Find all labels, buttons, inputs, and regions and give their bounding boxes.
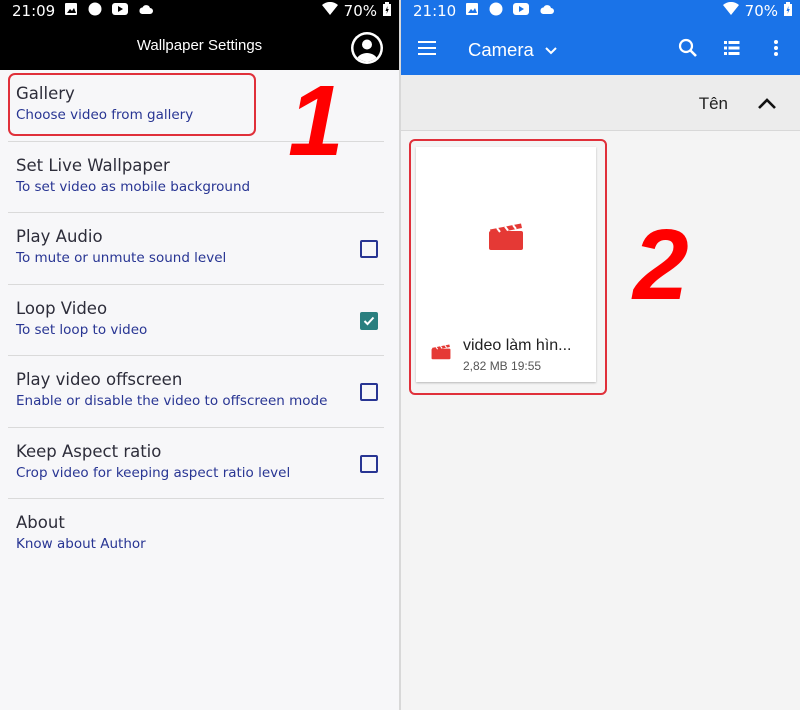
battery-percent: 70% [744,2,778,20]
more-vert-icon[interactable] [764,36,788,60]
cloud-icon [138,3,154,19]
sort-by-name-button[interactable]: Tên [699,94,728,114]
folder-dropdown[interactable]: Camera [468,39,558,61]
battery-icon [784,2,792,20]
battery-icon [383,2,391,20]
step-number-2: 2 [633,209,689,321]
keep-aspect-ratio-checkbox[interactable] [360,454,378,473]
setting-about[interactable]: About Know about Author [8,499,384,571]
file-name: video làm hìn... [463,337,572,354]
battery-percent: 70% [343,2,377,20]
chevron-down-icon [544,39,558,61]
setting-subtitle: Crop video for keeping aspect ratio leve… [16,464,291,481]
sort-bar: Tên [401,75,800,131]
menu-icon[interactable] [417,38,439,58]
setting-title: Loop Video [16,298,108,318]
list-view-icon[interactable] [720,36,744,60]
loop-video-checkbox[interactable] [360,311,378,330]
check-icon [363,316,375,325]
step-number-1: 1 [288,65,344,177]
video-clapper-icon [488,223,524,251]
setting-title: About [16,513,65,532]
setting-play-audio[interactable]: Play Audio To mute or unmute sound level [8,213,384,285]
image-icon [465,2,479,20]
wallpaper-settings-screen: 21:09 70% Wallpaper Settings Gallery Cho… [0,0,399,710]
youtube-icon [112,3,128,19]
circle-icon [489,2,503,20]
youtube-icon [513,3,529,19]
setting-subtitle: To set loop to video [16,321,148,338]
setting-loop-video[interactable]: Loop Video To set loop to video [8,285,384,356]
setting-subtitle: To set video as mobile background [16,178,251,195]
wifi-icon [321,1,338,20]
setting-title: Set Live Wallpaper [16,155,170,175]
search-icon[interactable] [676,36,700,60]
account-icon[interactable] [351,32,383,64]
setting-subtitle: Enable or disable the video to offscreen… [16,393,328,409]
setting-keep-aspect-ratio[interactable]: Keep Aspect ratio Crop video for keeping… [8,428,384,499]
file-picker-screen: 21:10 70% Camera Tên video làm hìn... 2,… [401,0,800,710]
setting-subtitle: To mute or unmute sound level [16,250,227,266]
setting-title: Play video offscreen [16,370,183,389]
video-clapper-icon [431,344,451,360]
wifi-icon [722,1,739,20]
play-audio-checkbox[interactable] [360,240,378,258]
play-offscreen-checkbox[interactable] [360,383,378,401]
status-time: 21:10 [413,2,457,20]
page-title: Wallpaper Settings [136,37,263,54]
folder-title: Camera [468,39,534,60]
gallery-highlight-box [8,73,256,136]
circle-icon [88,2,102,20]
setting-subtitle: Know about Author [16,536,146,552]
status-time: 21:09 [12,2,56,20]
app-bar: Wallpaper Settings [0,22,399,70]
cloud-icon [539,3,555,19]
setting-play-video-offscreen[interactable]: Play video offscreen Enable or disable t… [8,356,384,428]
setting-title: Keep Aspect ratio [16,441,162,461]
image-icon [64,2,78,20]
setting-title: Play Audio [16,227,103,246]
file-meta: 2,82 MB 19:55 [463,359,542,373]
status-bar: 21:10 70% [401,0,800,22]
status-bar: 21:09 70% [0,0,399,22]
chevron-up-icon[interactable] [756,93,778,115]
file-card[interactable]: video làm hìn... 2,82 MB 19:55 [416,147,596,382]
app-bar: Camera [401,22,800,75]
